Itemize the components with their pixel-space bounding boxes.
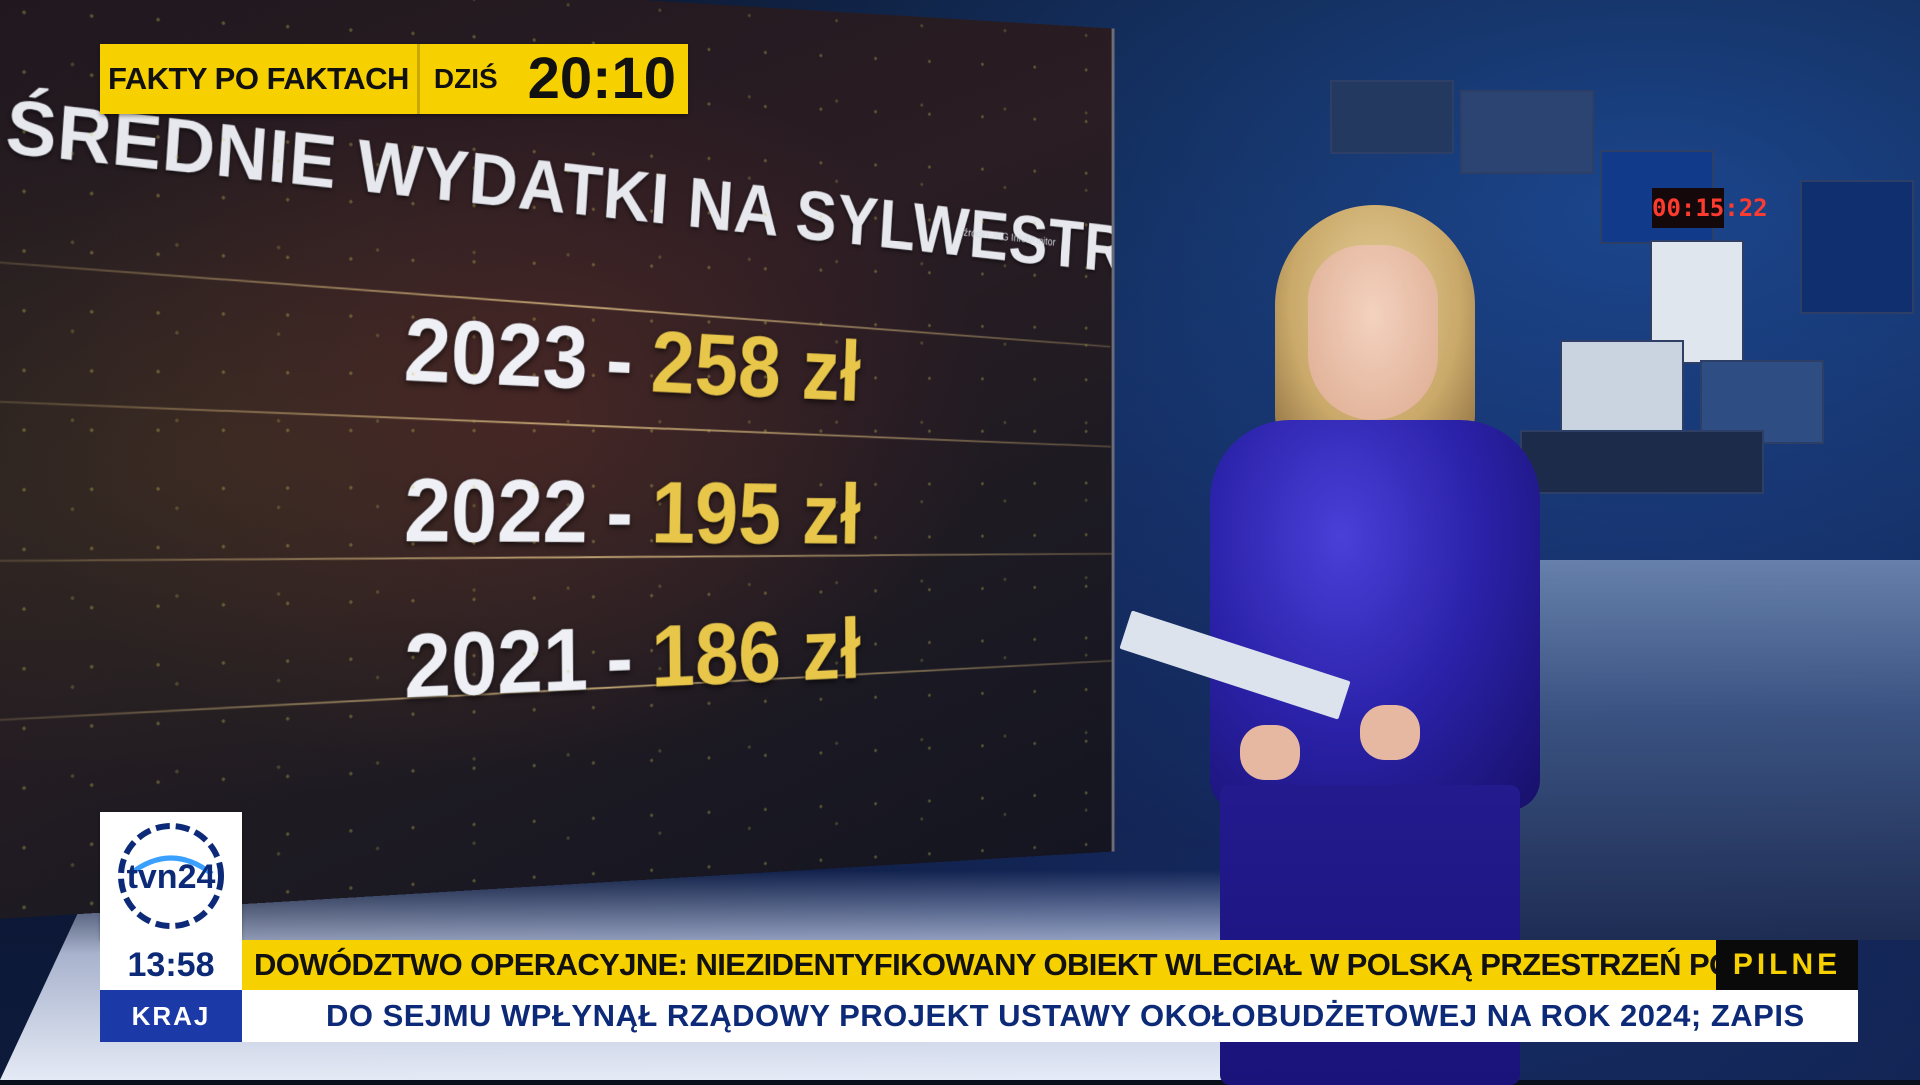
news-ticker: DO SEJMU WPŁYNĄŁ RZĄDOWY PROJEKT USTAWY …	[242, 990, 1858, 1042]
row-amount: 258 zł	[650, 313, 862, 420]
urgency-badge: PILNE	[1716, 940, 1858, 990]
lower-third-section: KRAJ	[100, 990, 242, 1042]
promo-strap: FAKTY PO FAKTACH DZIŚ 20:10	[100, 44, 688, 114]
row-year: 2021	[404, 610, 589, 717]
graphic-source: źródło: BIG InfoMonitor	[963, 226, 1056, 248]
row-year: 2023	[403, 299, 590, 408]
graphic-row: 2023-258 zł	[402, 298, 862, 421]
studio-monitor	[1800, 180, 1914, 314]
tvn24-logo-icon: tvn24	[100, 812, 242, 940]
row-amount: 195 zł	[650, 464, 861, 563]
row-year: 2022	[403, 460, 588, 562]
breaking-headline: DOWÓDZTWO OPERACYJNE: NIEZIDENTYFIKOWANY…	[242, 940, 1716, 990]
graphic-divider	[0, 553, 1112, 562]
studio-red-clock: 00:15:22	[1652, 188, 1724, 228]
promo-show-name: FAKTY PO FAKTACH	[100, 44, 420, 114]
graphic-divider	[0, 400, 1111, 448]
presenter-hand	[1240, 725, 1300, 780]
channel-logo: tvn24	[100, 812, 242, 940]
studio-monitor	[1460, 90, 1594, 174]
graphic-divider	[0, 260, 1110, 347]
graphic-row: 2021-186 zł	[404, 600, 861, 719]
lower-third-clock: 13:58	[100, 940, 242, 990]
promo-time: 20:10	[508, 44, 688, 114]
row-dash: -	[606, 609, 633, 708]
studio-monitor	[1330, 80, 1454, 154]
presenter-face	[1308, 245, 1438, 420]
graphic-divider	[0, 660, 1111, 722]
logo-text: tvn24	[127, 858, 216, 896]
row-dash: -	[605, 310, 635, 410]
video-wall-graphic: ŚREDNIE WYDATKI NA SYLWESTRA źródło: BIG…	[0, 0, 1114, 920]
row-dash: -	[606, 463, 634, 562]
promo-day: DZIŚ	[420, 44, 508, 114]
row-amount: 186 zł	[651, 601, 861, 706]
presenter-hand	[1360, 705, 1420, 760]
graphic-row: 2022-195 zł	[403, 459, 861, 564]
